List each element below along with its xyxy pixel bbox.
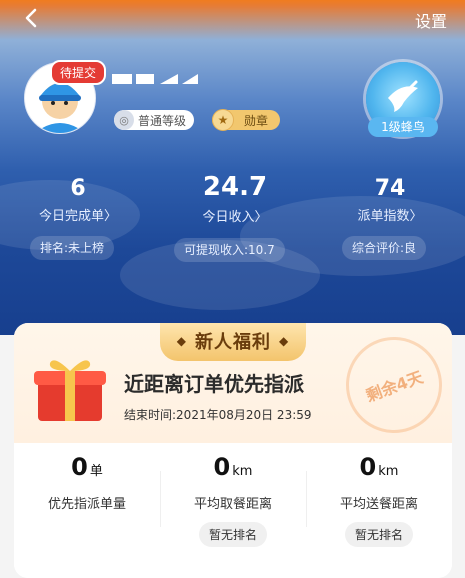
rank-badge: 暂无排名 [198, 522, 267, 547]
metric-unit: km [232, 464, 253, 479]
medal-label: 勋章 [244, 113, 269, 128]
metric-value: 0 [213, 453, 231, 481]
back-arrow-icon[interactable] [20, 6, 44, 30]
stat-value: 74 [374, 176, 406, 201]
avatar[interactable]: 待提交 [24, 60, 107, 134]
days-left-label: 剩余4天 [363, 367, 426, 406]
stat-completed[interactable]: 6 今日完成单〉 [18, 176, 138, 224]
header: 设置 待提交 ◎ 普通等级 ★ 勋章 1级蜂鸟 6 今日完成单〉 24.7 今日… [0, 0, 465, 335]
diamond-icon: ◆ [279, 334, 290, 348]
promo-title: 近距离订单优先指派 [124, 372, 304, 396]
settings-link[interactable]: 设置 [415, 8, 447, 32]
medal-icon: ★ [212, 109, 234, 131]
name-redacted [112, 74, 198, 84]
metric-value: 0 [71, 453, 88, 481]
metric-label: 优先指派单量 [47, 497, 126, 512]
metric-delivery-distance: 0 km 平均送餐距离 暂无排名 [306, 453, 452, 547]
metric-value: 0 [359, 453, 377, 481]
rating-pill: 综合评价:良 [342, 236, 427, 260]
diamond-icon: ◆ [176, 334, 187, 348]
bird-level-label: 1级蜂鸟 [368, 117, 438, 137]
stat-label: 派单指数 [357, 209, 410, 224]
gift-box-icon [34, 360, 106, 421]
promo-banner-label: 新人福利 [195, 332, 271, 353]
stat-value: 24.7 [202, 172, 268, 202]
chevron-right-icon: 〉 [254, 210, 268, 225]
promo-section: ◆ 新人福利 ◆ 近距离订单优先指派 结束时间:2021年08月20日 23:5… [14, 323, 452, 447]
level-label: 普通等级 [138, 113, 187, 128]
newcomer-benefit-card[interactable]: ◆ 新人福利 ◆ 近距离订单优先指派 结束时间:2021年08月20日 23:5… [14, 323, 452, 578]
rank-badge: 暂无排名 [344, 522, 413, 547]
promo-end-time: 结束时间:2021年08月20日 23:59 [124, 408, 312, 422]
metric-priority-orders: 0单 优先指派单量 [14, 453, 160, 512]
metric-unit: km [378, 464, 399, 479]
stat-value: 6 [70, 176, 86, 201]
stat-dispatch-index[interactable]: 74 派单指数〉 [330, 176, 450, 224]
metric-pickup-distance: 0 km 平均取餐距离 暂无排名 [160, 453, 306, 547]
rank-pill: 排名:未上榜 [30, 236, 115, 260]
metric-label: 平均送餐距离 [339, 497, 418, 512]
level-badge[interactable]: ◎ 普通等级 [114, 110, 195, 130]
metrics-row: 0单 优先指派单量 0 km 平均取餐距离 暂无排名 0 km 平均送餐距离 暂无排… [14, 443, 452, 578]
stat-label: 今日收入 [202, 210, 255, 225]
stat-label: 今日完成单 [38, 209, 104, 224]
promo-banner: ◆ 新人福利 ◆ [160, 323, 306, 361]
stat-income[interactable]: 24.7 今日收入〉 [170, 172, 300, 225]
chevron-right-icon: 〉 [409, 209, 423, 224]
metric-unit: 单 [89, 464, 103, 479]
chevron-right-icon: 〉 [104, 209, 118, 224]
metric-label: 平均取餐距离 [193, 497, 272, 512]
withdrawable-pill: 可提现收入:10.7 [174, 238, 285, 262]
medal-badge[interactable]: ★ 勋章 [212, 109, 281, 131]
medal-silver-icon: ◎ [114, 110, 134, 130]
pending-badge: 待提交 [50, 60, 107, 85]
days-left-stamp: 剩余4天 [332, 323, 452, 447]
